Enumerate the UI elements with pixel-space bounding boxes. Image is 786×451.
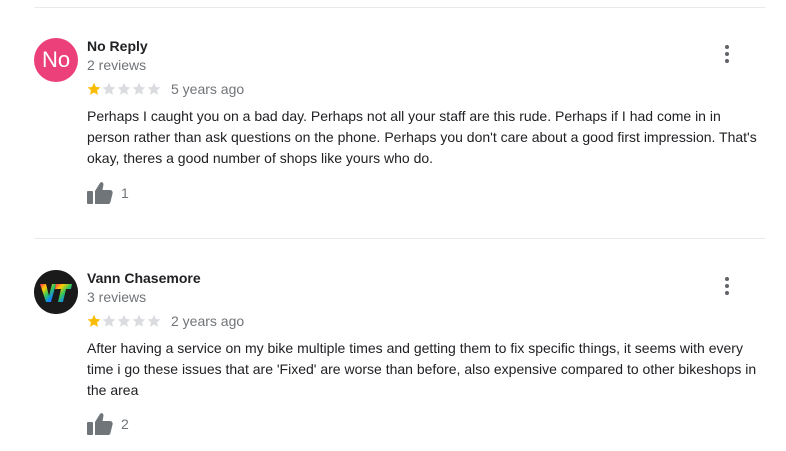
rating-row: 5 years ago [87, 80, 244, 98]
rating-row: 2 years ago [87, 312, 244, 330]
like-button[interactable]: 2 [87, 412, 129, 436]
more-options-button[interactable] [717, 42, 737, 66]
star-empty-icon [147, 82, 161, 95]
thumbs-up-icon [87, 413, 113, 435]
star-empty-icon [132, 314, 146, 327]
star-empty-icon [102, 314, 116, 327]
author-name[interactable]: No Reply [87, 38, 148, 54]
star-empty-icon [117, 82, 131, 95]
avatar[interactable] [34, 270, 78, 314]
star-filled-icon [87, 82, 101, 95]
review-time: 5 years ago [171, 81, 245, 97]
review-text: After having a service on my bike multip… [87, 340, 757, 398]
avatar[interactable]: No [34, 38, 78, 82]
like-button[interactable]: 1 [87, 181, 129, 205]
more-options-button[interactable] [717, 274, 737, 298]
review-time: 2 years ago [171, 313, 245, 329]
divider [34, 238, 765, 239]
avatar-logo-image [34, 270, 78, 314]
star-rating [87, 82, 161, 96]
author-review-count: 3 reviews [87, 289, 147, 305]
star-rating [87, 314, 161, 328]
star-empty-icon [147, 314, 161, 327]
more-vert-icon [725, 45, 729, 49]
star-empty-icon [132, 82, 146, 95]
reviews-list: No No Reply 2 reviews 5 years ago Perhap… [0, 0, 786, 451]
star-empty-icon [102, 82, 116, 95]
thumbs-up-icon [87, 182, 113, 204]
like-count: 2 [121, 416, 129, 432]
like-count: 1 [121, 185, 129, 201]
author-name[interactable]: Vann Chasemore [87, 270, 201, 286]
review-text: Perhaps I caught you on a bad day. Perha… [87, 108, 757, 166]
star-empty-icon [117, 314, 131, 327]
author-review-count: 2 reviews [87, 57, 147, 73]
more-vert-icon [725, 277, 729, 281]
divider [34, 7, 765, 8]
star-filled-icon [87, 314, 101, 327]
